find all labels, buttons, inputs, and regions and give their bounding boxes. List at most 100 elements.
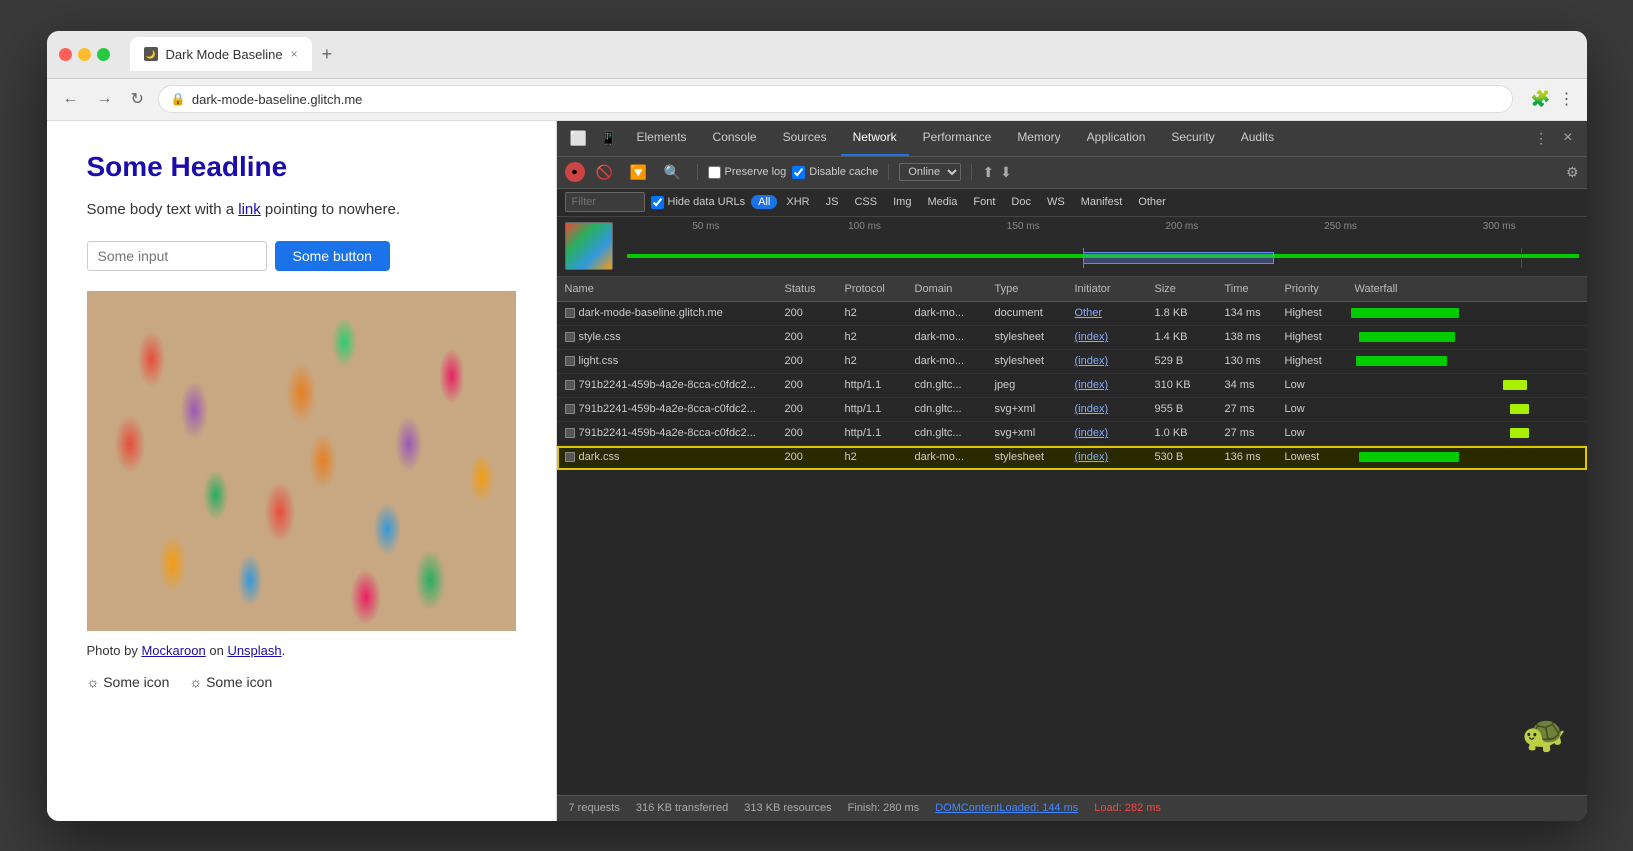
network-timeline: 50 ms 100 ms 150 ms 200 ms 250 ms 300 ms <box>557 217 1587 277</box>
tab-elements[interactable]: Elements <box>625 121 699 157</box>
some-input[interactable] <box>87 241 267 271</box>
chip-font[interactable]: Font <box>966 195 1002 209</box>
divider-1 <box>697 164 698 180</box>
devtools-toolbar: ⬜ 📱 Elements Console Sources Network Per… <box>557 121 1587 157</box>
forward-button[interactable]: → <box>93 86 117 112</box>
more-tabs-icon[interactable]: ⋮ <box>1527 124 1555 152</box>
preserve-log-checkbox[interactable]: Preserve log <box>708 166 787 179</box>
table-row[interactable]: 791b2241-459b-4a2e-8cca-c0fdc2... 200 ht… <box>557 374 1587 398</box>
filter-icon[interactable]: 🔽 <box>625 158 653 186</box>
turtle-icon: 🐢 <box>1522 713 1567 755</box>
throttle-select[interactable]: Online <box>899 163 961 181</box>
th-status[interactable]: Status <box>777 281 837 297</box>
tab-application[interactable]: Application <box>1075 121 1158 157</box>
chip-other[interactable]: Other <box>1131 195 1173 209</box>
page-link[interactable]: link <box>238 201 261 218</box>
settings-icon[interactable]: ⚙ <box>1566 164 1579 181</box>
import-icon[interactable]: ⬆ <box>982 164 994 181</box>
devtools-panel: ⬜ 📱 Elements Console Sources Network Per… <box>557 121 1587 821</box>
refresh-button[interactable]: ↻ <box>127 85 148 113</box>
network-table-header: Name Status Protocol Domain Type Initiat… <box>557 277 1587 302</box>
tl-label-150: 150 ms <box>944 221 1103 232</box>
timeline-bar-area <box>627 248 1579 268</box>
chip-img[interactable]: Img <box>886 195 918 209</box>
waterfall-bar <box>1351 308 1459 318</box>
address-bar[interactable]: 🔒 dark-mode-baseline.glitch.me <box>158 85 1513 113</box>
table-row[interactable]: style.css 200 h2 dark-mo... stylesheet (… <box>557 326 1587 350</box>
mockaroon-link[interactable]: Mockaroon <box>141 643 205 658</box>
tab-audits[interactable]: Audits <box>1229 121 1286 157</box>
new-tab-button[interactable]: + <box>316 40 339 69</box>
tab-security[interactable]: Security <box>1159 121 1226 157</box>
timeline-thumbnail <box>565 222 613 270</box>
th-protocol[interactable]: Protocol <box>837 281 907 297</box>
waterfall-bar <box>1359 452 1460 462</box>
waterfall-bar <box>1510 428 1529 438</box>
th-time[interactable]: Time <box>1217 281 1277 297</box>
divider-3 <box>971 164 972 180</box>
table-row[interactable]: light.css 200 h2 dark-mo... stylesheet (… <box>557 350 1587 374</box>
th-waterfall[interactable]: Waterfall <box>1347 281 1587 297</box>
minimize-window-button[interactable] <box>78 48 91 61</box>
search-network-icon[interactable]: 🔍 <box>659 158 687 186</box>
filter-input[interactable] <box>565 192 645 212</box>
tab-performance[interactable]: Performance <box>911 121 1004 157</box>
export-icon[interactable]: ⬇ <box>1000 164 1012 181</box>
maximize-window-button[interactable] <box>97 48 110 61</box>
table-row[interactable]: dark-mode-baseline.glitch.me 200 h2 dark… <box>557 302 1587 326</box>
table-row[interactable]: dark.css 200 h2 dark-mo... stylesheet (i… <box>557 446 1587 470</box>
chip-all[interactable]: All <box>751 195 777 209</box>
table-row[interactable]: 791b2241-459b-4a2e-8cca-c0fdc2... 200 ht… <box>557 398 1587 422</box>
th-initiator[interactable]: Initiator <box>1067 281 1147 297</box>
unsplash-link[interactable]: Unsplash <box>227 643 281 658</box>
extensions-button[interactable]: 🧩 <box>1531 89 1551 109</box>
hide-data-urls-checkbox[interactable]: Hide data URLs <box>651 196 746 209</box>
disable-cache-checkbox[interactable]: Disable cache <box>792 166 878 179</box>
tab-close-button[interactable]: × <box>291 47 298 61</box>
status-resources: 313 KB resources <box>744 802 831 814</box>
tab-memory[interactable]: Memory <box>1005 121 1072 157</box>
webpage-panel: Some Headline Some body text with a link… <box>47 121 557 821</box>
inspect-element-icon[interactable]: ⬜ <box>565 124 593 152</box>
close-window-button[interactable] <box>59 48 72 61</box>
chip-xhr[interactable]: XHR <box>779 195 816 209</box>
tab-title: Dark Mode Baseline <box>166 47 283 62</box>
tab-network[interactable]: Network <box>841 121 909 157</box>
status-domcontentloaded[interactable]: DOMContentLoaded: 144 ms <box>935 802 1078 814</box>
tab-sources[interactable]: Sources <box>771 121 839 157</box>
tl-label-300: 300 ms <box>1420 221 1579 232</box>
file-icon <box>565 452 575 462</box>
timeline-domcontent-line <box>1083 248 1084 268</box>
tab-console[interactable]: Console <box>701 121 769 157</box>
menu-button[interactable]: ⋮ <box>1559 89 1575 109</box>
record-button[interactable]: ⏺ <box>565 162 585 182</box>
chrome-titlebar: 🌙 Dark Mode Baseline × + <box>47 31 1587 79</box>
photo-credit-middle: on <box>206 643 228 658</box>
waterfall-bar <box>1503 380 1527 390</box>
timeline-scale: 50 ms 100 ms 150 ms 200 ms 250 ms 300 ms <box>627 217 1579 276</box>
th-priority[interactable]: Priority <box>1277 281 1347 297</box>
th-type[interactable]: Type <box>987 281 1067 297</box>
devtools-close-button[interactable]: × <box>1557 125 1578 151</box>
tl-label-100: 100 ms <box>785 221 944 232</box>
chip-doc[interactable]: Doc <box>1004 195 1038 209</box>
back-button[interactable]: ← <box>59 86 83 112</box>
browser-content: Some Headline Some body text with a link… <box>47 121 1587 821</box>
chip-js[interactable]: JS <box>819 195 846 209</box>
chip-manifest[interactable]: Manifest <box>1074 195 1130 209</box>
chip-ws[interactable]: WS <box>1040 195 1072 209</box>
active-tab[interactable]: 🌙 Dark Mode Baseline × <box>130 37 312 71</box>
some-button[interactable]: Some button <box>275 241 390 271</box>
photo-credit: Photo by Mockaroon on Unsplash. <box>87 643 516 658</box>
chip-media[interactable]: Media <box>920 195 964 209</box>
timeline-load-line <box>1521 248 1522 268</box>
th-domain[interactable]: Domain <box>907 281 987 297</box>
table-row[interactable]: 791b2241-459b-4a2e-8cca-c0fdc2... 200 ht… <box>557 422 1587 446</box>
clear-button[interactable]: 🚫 <box>591 158 619 186</box>
device-toggle-icon[interactable]: 📱 <box>595 124 623 152</box>
chip-css[interactable]: CSS <box>847 195 884 209</box>
body-text-prefix: Some body text with a <box>87 201 239 218</box>
th-size[interactable]: Size <box>1147 281 1217 297</box>
th-name[interactable]: Name <box>557 281 777 297</box>
chrome-actions: 🧩 ⋮ <box>1531 89 1575 109</box>
